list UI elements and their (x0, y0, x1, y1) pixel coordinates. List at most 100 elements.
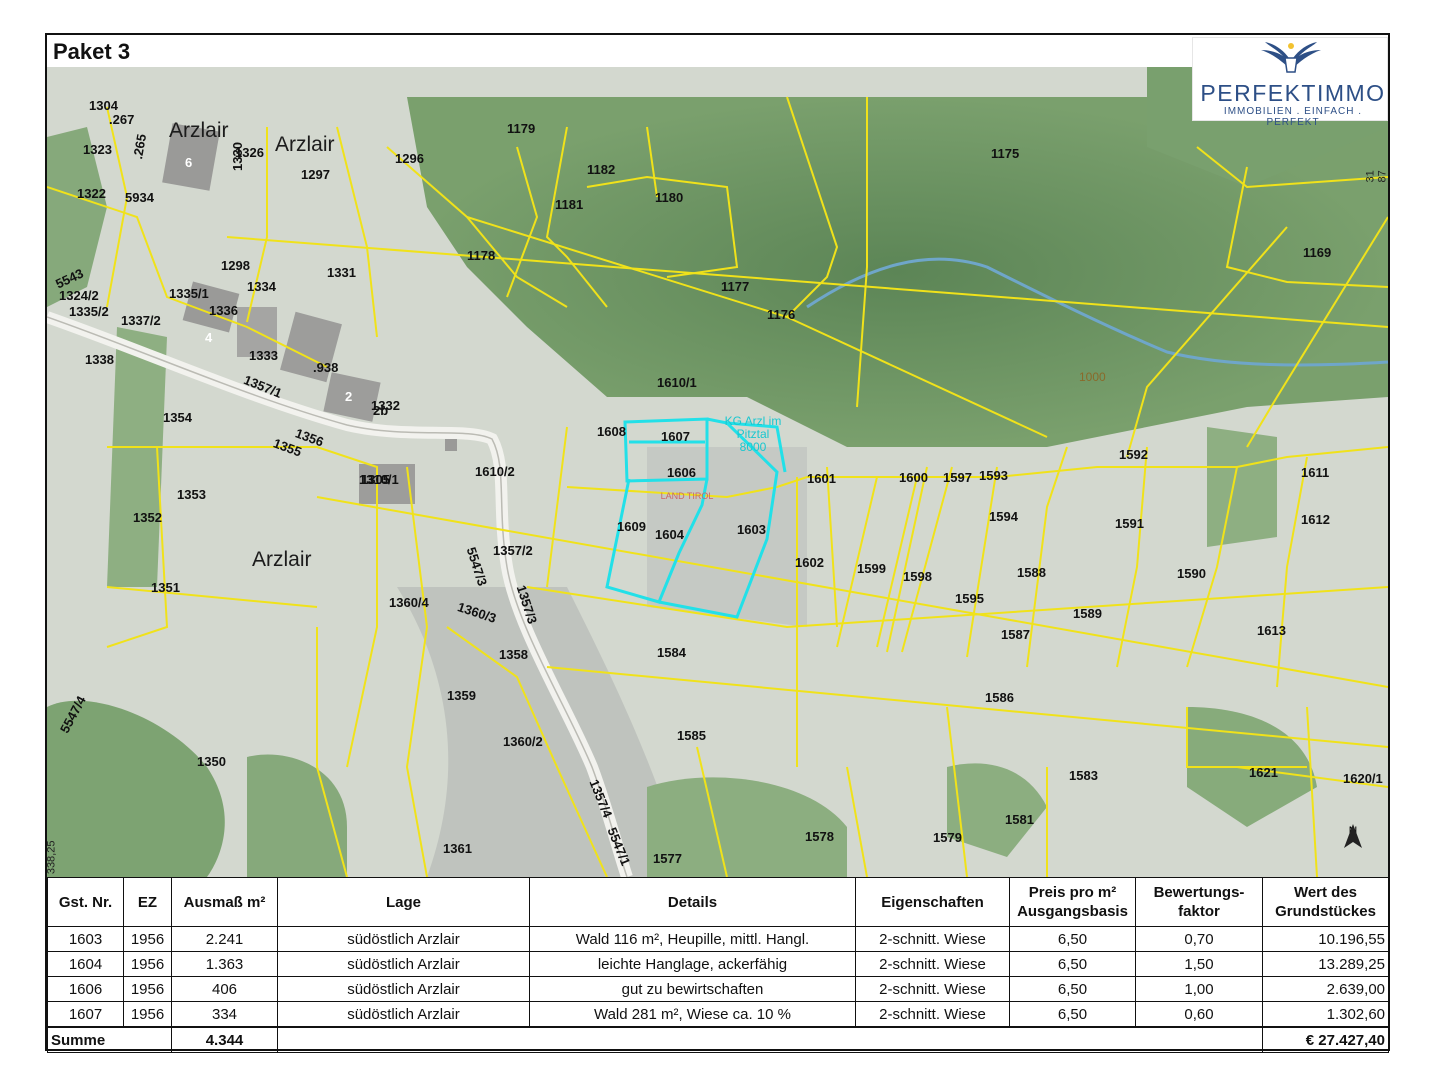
parcel-label: 1326 (235, 145, 264, 160)
cell-wert: 1.302,60 (1262, 1001, 1389, 1028)
parcel-label: 1577 (653, 851, 682, 866)
sum-wert: € 27.427,40 (1262, 1026, 1389, 1053)
parcel-label: 1581 (1005, 812, 1034, 827)
table-row: 1607 1956 334 südöstlich Arzlair Wald 28… (47, 1001, 1389, 1028)
header-preis: Preis pro m² Ausgangsbasis (1009, 877, 1136, 927)
parcel-label: 1586 (985, 690, 1014, 705)
cell-lage: südöstlich Arzlair (277, 951, 530, 977)
parcel-label: 1610/1 (657, 375, 697, 390)
cell-details: gut zu bewirtschaften (529, 976, 856, 1002)
parcel-label: 1604 (655, 527, 684, 542)
parcel-label: 1360/2 (503, 734, 543, 749)
parcel-label: 1613 (1257, 623, 1286, 638)
valuation-table: Gst. Nr. EZ Ausmaß m² Lage Details Eigen… (47, 877, 1389, 1053)
header-gst: Gst. Nr. (47, 877, 124, 927)
parcel-label: 1359 (447, 688, 476, 703)
table-row: 1606 1956 406 südöstlich Arzlair gut zu … (47, 976, 1389, 1002)
parcel-label: 1621 (1249, 765, 1278, 780)
cell-wert: 10.196,55 (1262, 926, 1389, 952)
header-wert: Wert des Grundstückes (1262, 877, 1389, 927)
parcel-label: 1360/4 (389, 595, 429, 610)
parcel-label: 1609 (617, 519, 646, 534)
building-number: 2 (345, 389, 353, 404)
eagle-wings-icon (1261, 42, 1321, 73)
cell-ez: 1956 (123, 951, 172, 977)
parcel-label: 1594 (989, 509, 1018, 524)
header-ez: EZ (123, 877, 172, 927)
parcel-label: 1589 (1073, 606, 1102, 621)
parcel-label: 1296 (395, 151, 424, 166)
parcel-label: 1338 (85, 352, 114, 367)
cell-preis: 6,50 (1009, 1001, 1136, 1028)
parcel-label: 1337/2 (121, 313, 161, 328)
parcel-label: 1351 (151, 580, 180, 595)
parcel-label: 1592 (1119, 447, 1148, 462)
header-lage: Lage (277, 877, 530, 927)
cell-ausmass: 2.241 (171, 926, 278, 952)
cell-lage: südöstlich Arzlair (277, 976, 530, 1002)
land-tirol-watermark: LAND TIROL (660, 491, 714, 501)
cell-eigenschaften: 2-schnitt. Wiese (855, 951, 1010, 977)
parcel-label: 1336 (209, 303, 238, 318)
cell-gst: 1606 (47, 976, 124, 1002)
cell-gst: 1607 (47, 1001, 124, 1028)
sum-spacer (277, 1026, 1263, 1053)
parcel-label: 1182 (587, 162, 616, 177)
parcel-label: 1603 (737, 522, 766, 537)
parcel-label: 1620/1 (1343, 771, 1383, 786)
parcel-label: 1350 (197, 754, 226, 769)
cell-faktor: 0,60 (1135, 1001, 1263, 1028)
parcel-label: 1323 (83, 142, 112, 157)
parcel-label: 1595 (955, 591, 984, 606)
logo-tagline: IMMOBILIEN . EINFACH . PERFEKT (1223, 106, 1363, 128)
parcel-label: 1587 (1001, 627, 1030, 642)
parcel-label: 1602 (795, 555, 824, 570)
place-name-arzlair-1: Arzlair (169, 119, 229, 142)
cell-ez: 1956 (123, 926, 172, 952)
parcel-label: 1324/2 (59, 288, 99, 303)
place-name-arzlair-3: Arzlair (252, 548, 312, 571)
sum-label: Summe (47, 1026, 172, 1053)
parcel-label: 1298 (221, 258, 250, 273)
parcel-label: 1590 (1177, 566, 1206, 581)
cell-faktor: 1,50 (1135, 951, 1263, 977)
parcel-label: 1331 (327, 265, 356, 280)
cell-ez: 1956 (123, 976, 172, 1002)
parcel-label: 1353 (177, 487, 206, 502)
parcel-label: 1597 (943, 470, 972, 485)
parcel-label: 1579 (933, 830, 962, 845)
parcel-label: 1606 (667, 465, 696, 480)
sum-row: Summe 4.344 € 27.427,40 (47, 1026, 1389, 1053)
parcel-label: 1180 (655, 190, 684, 205)
parcel-label: 1181 (555, 197, 584, 212)
parcel-label: 1322 (77, 186, 106, 201)
cell-wert: 2.639,00 (1262, 976, 1389, 1002)
cell-details: Wald 116 m², Heupille, mittl. Hangl. (529, 926, 856, 952)
cadastral-map[interactable]: Arzlair Arzlair Arzlair 6 4 2 1304 1323 … (47, 67, 1388, 877)
parcel-label: 1608 (597, 424, 626, 439)
sum-ausmass: 4.344 (171, 1026, 278, 1053)
title-bar: Paket 3 (47, 35, 1190, 69)
parcel-label: 1334 (247, 279, 276, 294)
table-row: 1603 1956 2.241 südöstlich Arzlair Wald … (47, 926, 1389, 952)
parcel-label: 1297 (301, 167, 330, 182)
map-coordinate: 31 87 (1364, 170, 1389, 183)
parcel-label: 1584 (657, 645, 686, 660)
contour-label: 1000 (1079, 370, 1106, 384)
building-number: 4 (205, 330, 213, 345)
cell-details: Wald 281 m², Wiese ca. 10 % (529, 1001, 856, 1028)
cell-details: leichte Hanglage, ackerfähig (529, 951, 856, 977)
parcel-label: 1179 (507, 121, 536, 136)
cell-gst: 1604 (47, 951, 124, 977)
parcel-label: 1175 (991, 146, 1020, 161)
header-faktor: Bewertungs-faktor (1135, 877, 1263, 927)
cell-ez: 1956 (123, 1001, 172, 1028)
cell-preis: 6,50 (1009, 926, 1136, 952)
parcel-label: 1583 (1069, 768, 1098, 783)
cadastral-sheet: Paket 3 PERFEKTIMMO IMMOBILIEN . EINFACH… (45, 33, 1390, 1053)
cell-lage: südöstlich Arzlair (277, 926, 530, 952)
cyan-label-line: 8000 (739, 440, 767, 454)
company-logo: PERFEKTIMMO IMMOBILIEN . EINFACH . PERFE… (1192, 37, 1388, 128)
parcel-label: 1578 (805, 829, 834, 844)
page-title: Paket 3 (53, 39, 131, 64)
